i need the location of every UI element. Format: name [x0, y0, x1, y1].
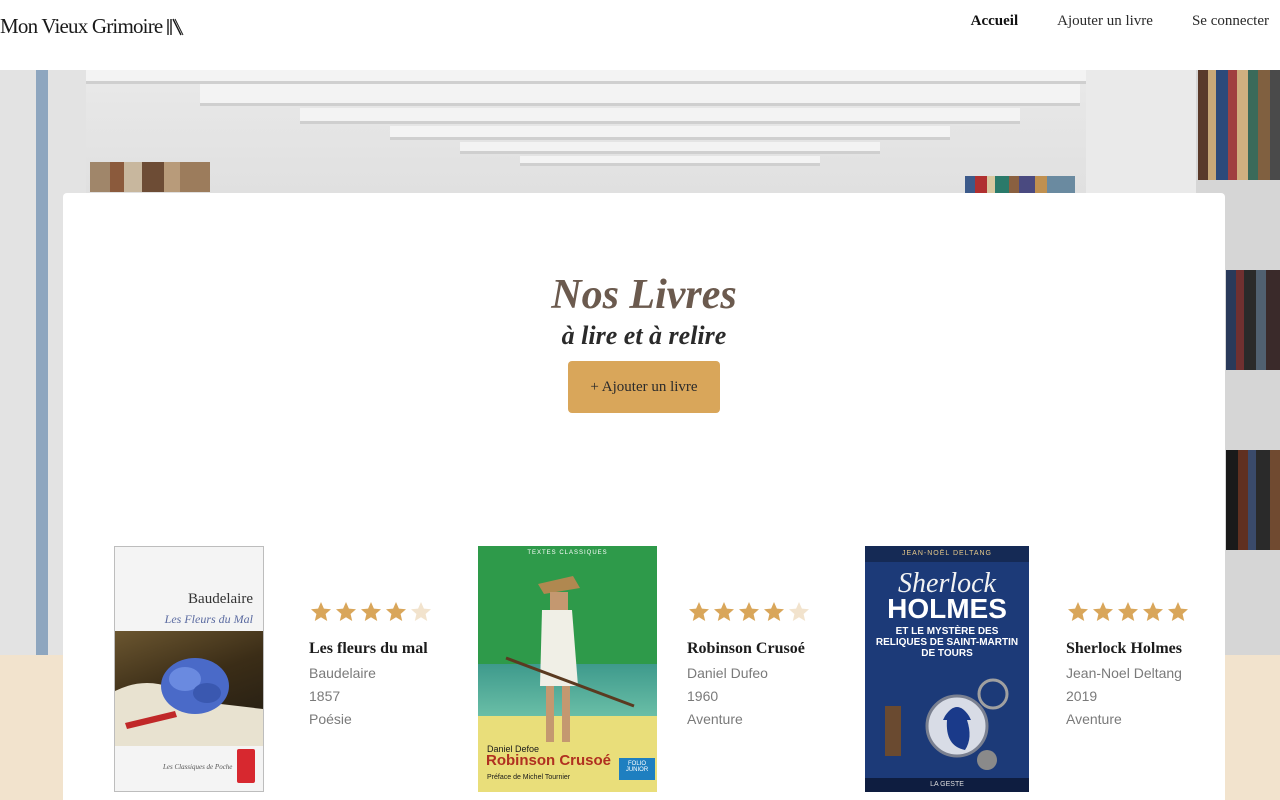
book-genre: Aventure [1066, 711, 1122, 727]
nav-se-connecter[interactable]: Se connecter [1192, 13, 1269, 30]
cover-illustration [885, 678, 1009, 770]
book-info: Les fleurs du mal Baudelaire 1857 Poésie [309, 600, 433, 727]
cover-author: JEAN-NOËL DELTANG [902, 550, 992, 557]
main-nav: Accueil Ajouter un livre Se connecter [971, 13, 1269, 30]
star-empty-icon [789, 602, 809, 621]
star-filled-icon [336, 602, 356, 621]
book-author: Daniel Dufeo [687, 665, 768, 681]
cover-author: Baudelaire [188, 591, 253, 607]
star-filled-icon [1168, 602, 1188, 621]
book-logo-icon [167, 18, 184, 35]
cover-title: Robinson Crusoé [486, 752, 612, 769]
star-filled-icon [1143, 602, 1163, 621]
star-filled-icon [1093, 602, 1113, 621]
star-filled-icon [714, 602, 734, 621]
cover-title-line2: HOLMES [887, 593, 1007, 624]
logo[interactable]: Mon Vieux Grimoire [0, 14, 184, 39]
star-filled-icon [689, 602, 709, 621]
add-book-button[interactable]: + Ajouter un livre [568, 361, 720, 413]
book-cover[interactable]: JEAN-NOËL DELTANG Sherlock HOLMES ET LE … [865, 546, 1029, 792]
star-filled-icon [739, 602, 759, 621]
logo-text: Mon Vieux Grimoire [0, 14, 163, 38]
nav-ajouter-livre[interactable]: Ajouter un livre [1057, 13, 1153, 30]
cover-publisher: LA GESTE [865, 778, 1029, 792]
site-header: Mon Vieux Grimoire Accueil Ajouter un li… [0, 0, 1280, 70]
book-year: 1960 [687, 688, 719, 704]
book-title[interactable]: Les fleurs du mal [309, 640, 433, 658]
book-year: 2019 [1066, 688, 1098, 704]
page-title: Nos Livres [551, 272, 737, 318]
page-subtitle: à lire et à relire [561, 321, 727, 350]
book-title[interactable]: Sherlock Holmes [1066, 640, 1190, 658]
rating-stars [687, 600, 811, 624]
book-author: Baudelaire [309, 665, 376, 681]
book-info: Sherlock Holmes Jean-Noel Deltang 2019 A… [1066, 600, 1190, 727]
cover-preface: Préface de Michel Tournier [487, 774, 571, 781]
star-filled-icon [361, 602, 381, 621]
cover-painting [115, 631, 263, 746]
book-card[interactable]: JEAN-NOËL DELTANG Sherlock HOLMES ET LE … [865, 546, 1188, 792]
cover-collection: Les Classiques de Poche [163, 763, 233, 771]
book-genre: Aventure [687, 711, 743, 727]
rating-stars [309, 600, 433, 624]
star-filled-icon [1068, 602, 1088, 621]
star-filled-icon [1118, 602, 1138, 621]
star-filled-icon [764, 602, 784, 621]
cover-illustration [505, 576, 635, 742]
book-card[interactable]: Baudelaire Les Fleurs du Mal Les Classiq… [114, 546, 431, 792]
star-filled-icon [386, 602, 406, 621]
book-year: 1857 [309, 688, 341, 704]
book-author: Jean-Noel Deltang [1066, 665, 1182, 681]
book-title[interactable]: Robinson Crusoé [687, 640, 811, 658]
cover-badge: FOLIO JUNIOR [619, 758, 655, 780]
star-filled-icon [311, 602, 331, 621]
cover-subtitle: ET LE MYSTÈRE DES RELIQUES DE SAINT-MART… [875, 626, 1019, 659]
star-empty-icon [411, 602, 431, 621]
cover-top-text: TEXTES CLASSIQUES [527, 550, 608, 556]
rating-stars [1066, 600, 1190, 624]
book-genre: Poésie [309, 711, 352, 727]
book-cover[interactable]: Baudelaire Les Fleurs du Mal Les Classiq… [114, 546, 264, 792]
books-panel: Nos Livres à lire et à relire + Ajouter … [63, 193, 1225, 800]
nav-accueil[interactable]: Accueil [971, 13, 1018, 30]
cover-subtitle: Les Fleurs du Mal [164, 612, 253, 626]
publisher-logo [237, 749, 255, 783]
book-cover[interactable]: TEXTES CLASSIQUES Daniel Defoe Robinson … [478, 546, 657, 792]
book-info: Robinson Crusoé Daniel Dufeo 1960 Aventu… [687, 600, 811, 727]
book-card[interactable]: TEXTES CLASSIQUES Daniel Defoe Robinson … [478, 546, 809, 792]
